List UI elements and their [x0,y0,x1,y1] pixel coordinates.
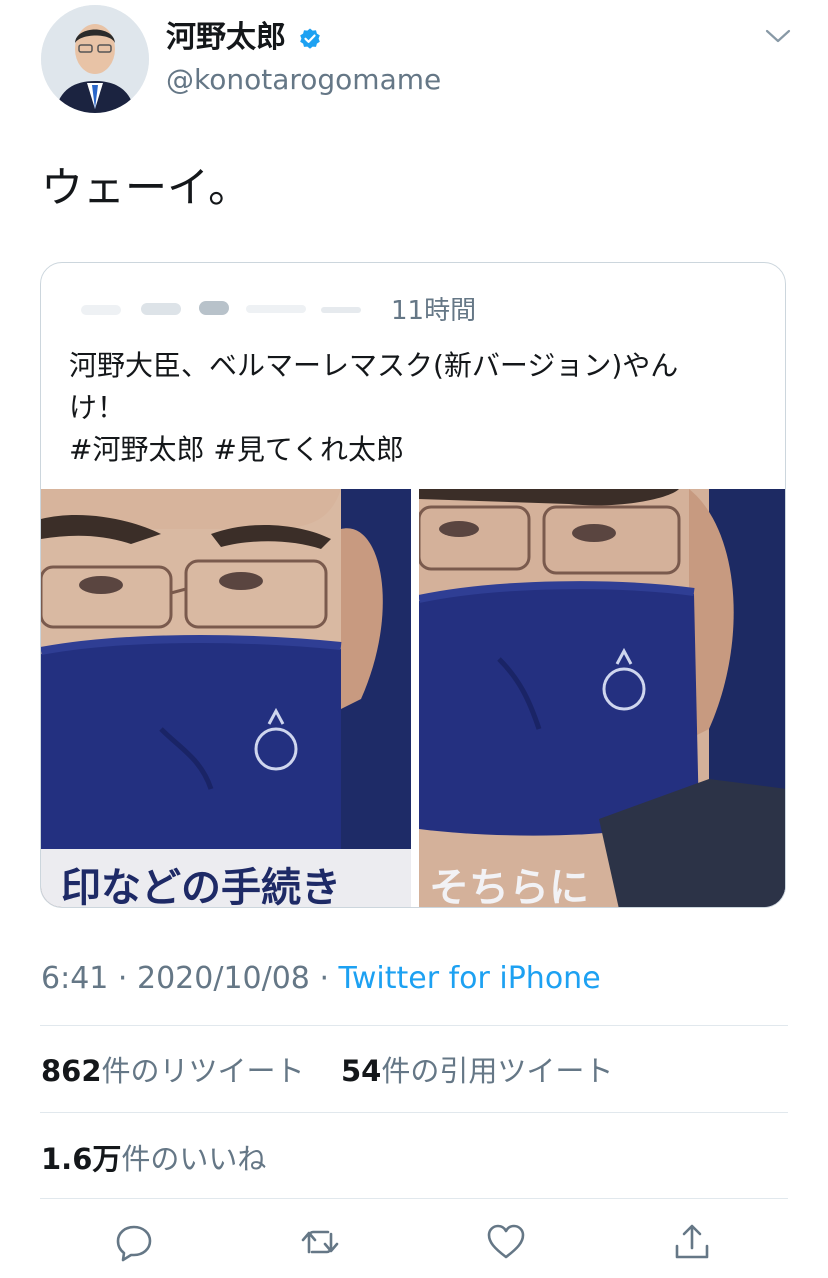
quoted-media-grid[interactable]: 印などの手続き そちらに [41,489,785,908]
tweet-source-link[interactable]: Twitter for iPhone [339,961,601,996]
retweets-count: 862 [41,1054,102,1088]
retweets-label: 件のリツイート [101,1054,305,1088]
tweet-date: 2020/10/08 [136,961,310,996]
divider [40,1198,788,1199]
user-handle[interactable]: @konotarogomame [166,60,441,100]
masked-face-photo-icon: そちらに [419,489,785,908]
reply-icon[interactable] [114,1222,154,1262]
quotes-stat[interactable]: 54件の引用ツイート [341,1054,613,1088]
quoted-text-line: 河野大臣、ベルマーレマスク(新バージョン)やん [69,349,679,382]
verified-badge-icon [298,27,322,51]
quoted-tweet-card[interactable]: 11時間 河野大臣、ベルマーレマスク(新バージョン)やん け！ #河野太郎 #見… [40,262,786,908]
retweets-stat[interactable]: 862件のリツイート [41,1054,305,1088]
share-icon[interactable] [672,1222,712,1262]
like-icon[interactable] [486,1222,526,1262]
quotes-label: 件の引用ツイート [381,1054,614,1088]
tweet-meta: 6:41 · 2020/10/08 · Twitter for iPhone [41,958,601,1000]
likes-count: 1.6万 [41,1142,122,1176]
avatar[interactable] [41,5,149,113]
meta-separator: · [309,961,339,996]
quotes-count: 54 [341,1054,382,1088]
display-name[interactable]: 河野太郎 [166,18,286,58]
likes-stat[interactable]: 1.6万件のいいね [41,1138,266,1180]
media-caption-overlay: 印などの手続き [61,865,341,908]
quoted-text-line: け！ [69,391,126,424]
divider [40,1112,788,1113]
tweet-text: ウェーイ。 [41,163,251,212]
quoted-tweet-time: 11時間 [391,296,477,326]
quoted-tweet-text: 河野大臣、ベルマーレマスク(新バージョン)やん け！ #河野太郎 #見てくれ太郎 [69,345,769,471]
tweet-time: 6:41 [41,961,109,996]
chevron-down-icon[interactable] [765,26,791,46]
likes-label: 件のいいね [121,1142,267,1176]
media-image[interactable]: 印などの手続き [41,489,411,908]
media-image[interactable]: そちらに [419,489,785,908]
tweet-stats: 862件のリツイート 54件の引用ツイート [41,1050,613,1092]
masked-face-photo-icon: 印などの手続き [41,489,411,908]
quoted-author-blurred [71,293,371,323]
quoted-hashtags[interactable]: #河野太郎 #見てくれ太郎 [69,429,769,471]
retweet-icon[interactable] [300,1222,340,1262]
meta-separator: · [108,961,137,996]
media-caption-overlay: そちらに [429,865,589,908]
divider [40,1025,788,1026]
profile-photo-icon [41,5,149,113]
